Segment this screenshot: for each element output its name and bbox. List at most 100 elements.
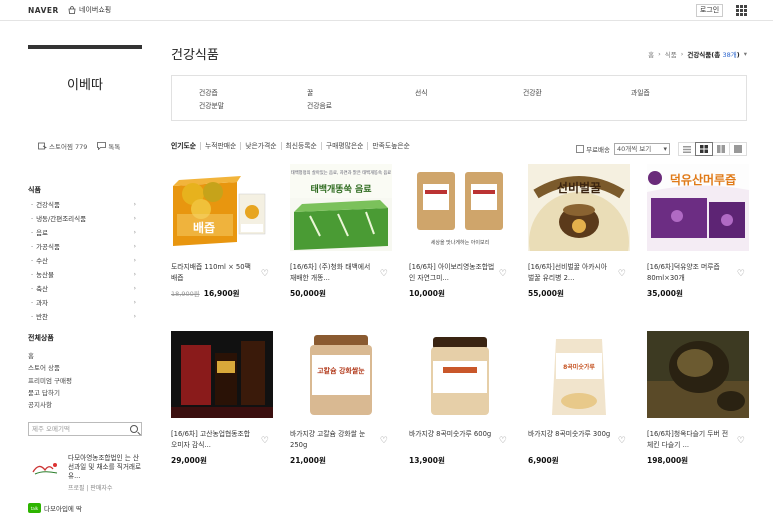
sort-low-price[interactable]: 낮은가격순 bbox=[240, 142, 280, 150]
breadcrumb-food[interactable]: 식품 bbox=[665, 49, 677, 59]
sort-popularity[interactable]: 인기도순 bbox=[171, 142, 200, 150]
product-card[interactable]: 태백청정의 살아있는 음료, 자연과 맑은 태백개똥숙 음료 태백개똥쑥 음료 … bbox=[290, 164, 392, 299]
menu-item-qna[interactable]: 묻고 답하기 bbox=[28, 387, 142, 399]
category-item-frozen[interactable]: · 냉동/간편조리식품 › bbox=[28, 212, 142, 226]
store-favorite-link[interactable]: 스토어찜 779 bbox=[38, 141, 87, 151]
subcategory-honey[interactable]: 꿀 bbox=[307, 87, 415, 97]
product-image[interactable]: 세상을 맛나게하는 아이보리 bbox=[409, 164, 511, 251]
heart-icon[interactable]: ♡ bbox=[618, 269, 626, 279]
heart-icon[interactable]: ♡ bbox=[261, 269, 269, 279]
product-name[interactable]: [16/6차] (주)청화 태백에서 재배한 개똥... bbox=[290, 262, 376, 284]
menu-item-store-products[interactable]: 스토어 상품 bbox=[28, 362, 142, 374]
sort-satisfaction[interactable]: 만족도높은순 bbox=[367, 142, 414, 150]
product-image[interactable]: 8곡미숫가루 bbox=[528, 331, 630, 418]
search-icon[interactable] bbox=[130, 425, 138, 434]
single-view-button[interactable] bbox=[729, 142, 747, 156]
product-card[interactable]: 고칼슘 강화쌀눈 바가지걍 고칼슘 강화쌀 눈 250g ♡ 21,000원 bbox=[290, 331, 392, 466]
talk-channel-label: 다모아입에 딱 bbox=[44, 505, 82, 514]
product-name[interactable]: [16/6차] 고산농업협동조합 오미자 감식... bbox=[171, 429, 257, 451]
product-card[interactable]: 8곡미숫가루 바가지걍 8곡미숫가루 300g ♡ 6,900원 bbox=[528, 331, 630, 466]
naver-shopping-link[interactable]: 네이버쇼핑 bbox=[68, 5, 111, 15]
list-view-button[interactable] bbox=[678, 142, 696, 156]
menu-item-notice[interactable]: 공지사항 bbox=[28, 399, 142, 411]
product-card[interactable]: 덕유산머루즙 [16/6차]덕유양조 머루즙 80ml×30개 ♡ 35,000… bbox=[647, 164, 749, 299]
heart-icon[interactable]: ♡ bbox=[499, 269, 507, 279]
chevron-right-icon: › bbox=[133, 201, 136, 208]
subcategory-health-drink[interactable]: 건강음료 bbox=[307, 100, 415, 110]
heart-icon[interactable]: ♡ bbox=[380, 436, 388, 446]
talk-channel[interactable]: talk 다모아입에 딱 bbox=[28, 503, 142, 514]
category-item-processed[interactable]: · 가공식품 › bbox=[28, 240, 142, 254]
heart-icon[interactable]: ♡ bbox=[737, 436, 745, 446]
menu-item-home[interactable]: 홈 bbox=[28, 350, 142, 362]
product-image[interactable]: 선비벌꿀 bbox=[528, 164, 630, 251]
store-search-input[interactable]: 제주 오메기떡 bbox=[28, 422, 142, 437]
category-item-snack[interactable]: · 과자 › bbox=[28, 296, 142, 310]
breadcrumb-home[interactable]: 홈 bbox=[648, 49, 654, 59]
product-image[interactable]: 배즙 bbox=[171, 164, 273, 251]
product-name[interactable]: [16/6차]덕유양조 머루즙 80ml×30개 bbox=[647, 262, 733, 284]
product-image[interactable]: 덕유산머루즙 bbox=[647, 164, 749, 251]
subcategory-box: 건강즙 꿀 선식 건강환 과일즙 건강분말 건강음료 bbox=[171, 75, 747, 121]
heart-icon[interactable]: ♡ bbox=[618, 436, 626, 446]
free-shipping-filter[interactable]: 무료배송 bbox=[576, 144, 610, 154]
product-image[interactable]: 태백청정의 살아있는 음료, 자연과 맑은 태백개똥숙 음료 태백개똥쑥 음료 bbox=[290, 164, 392, 251]
all-products-title[interactable]: 전체상품 bbox=[28, 333, 142, 343]
product-card[interactable]: 바가지걍 8곡미숫가루 600g ♡ 13,900원 bbox=[409, 331, 511, 466]
product-image[interactable] bbox=[171, 331, 273, 418]
category-item-beverage[interactable]: · 음료 › bbox=[28, 226, 142, 240]
category-item-health-food[interactable]: · 건강식품 › bbox=[28, 198, 142, 212]
category-item-side-dish[interactable]: · 반찬 › bbox=[28, 310, 142, 324]
search-placeholder: 제주 오메기떡 bbox=[32, 425, 70, 434]
category-item-livestock[interactable]: · 축산 › bbox=[28, 282, 142, 296]
product-name[interactable]: [16/6차] 아이보리영농조합법인 자연그미... bbox=[409, 262, 495, 284]
chevron-right-icon: › bbox=[133, 243, 136, 250]
product-card[interactable]: [16/6차]청옥다슬기 두버 전체킨 다슬기 ... ♡ 198,000원 bbox=[647, 331, 749, 466]
product-card[interactable]: 선비벌꿀 [16/6차]선비벌꿀 아카시아 벌꿀 유리병 2... ♡ 55,0… bbox=[528, 164, 630, 299]
category-item-seafood[interactable]: · 수산 › bbox=[28, 254, 142, 268]
large-grid-view-button[interactable] bbox=[712, 142, 730, 156]
product-name[interactable]: [16/6차]선비벌꿀 아카시아 벌꿀 유리병 2... bbox=[528, 262, 614, 284]
business-profile-links[interactable]: 프로필 | 판매자수 bbox=[68, 483, 142, 492]
heart-icon[interactable]: ♡ bbox=[737, 269, 745, 279]
category-label: 음료 bbox=[36, 229, 49, 237]
naver-logo[interactable]: NAVER bbox=[28, 6, 59, 15]
category-item-produce[interactable]: · 농산물 › bbox=[28, 268, 142, 282]
subcategory-health-powder[interactable]: 건강분말 bbox=[199, 100, 307, 110]
login-button[interactable]: 로그인 bbox=[696, 4, 723, 17]
grid-view-button[interactable] bbox=[695, 142, 713, 156]
menu-item-premium-reviews[interactable]: 프리미엄 구매평 bbox=[28, 375, 142, 387]
product-image[interactable]: 고칼슘 강화쌀눈 bbox=[290, 331, 392, 418]
subcategory-health-pill[interactable]: 건강환 bbox=[523, 87, 631, 97]
product-name[interactable]: [16/6차]청옥다슬기 두버 전체킨 다슬기 ... bbox=[647, 429, 733, 451]
store-name[interactable]: 이베따 bbox=[28, 74, 142, 93]
sort-reviews[interactable]: 구매평많은순 bbox=[320, 142, 368, 150]
product-name[interactable]: 바가지걍 8곡미숫가루 300g bbox=[528, 429, 614, 451]
subcategory-health-juice[interactable]: 건강즙 bbox=[199, 87, 307, 97]
product-price: 10,000원 bbox=[409, 288, 511, 299]
category-label: 과자 bbox=[36, 299, 49, 307]
subcategory-fruit-juice[interactable]: 과일즙 bbox=[631, 87, 739, 97]
per-page-select[interactable]: 40개씩 보기 bbox=[614, 143, 670, 155]
apps-grid-icon[interactable] bbox=[736, 5, 747, 16]
subcategory-grain-powder[interactable]: 선식 bbox=[415, 87, 523, 97]
sort-sales[interactable]: 누적판매순 bbox=[200, 142, 240, 150]
heart-icon[interactable]: ♡ bbox=[261, 436, 269, 446]
product-card[interactable]: [16/6차] 고산농업협동조합 오미자 감식... ♡ 29,000원 bbox=[171, 331, 273, 466]
product-name[interactable]: 도라지배즙 110ml × 50팩 배즙 bbox=[171, 262, 257, 284]
product-card[interactable]: 배즙 도라지배즙 110ml × 50팩 배즙 ♡ 18,900원 16,900원 bbox=[171, 164, 273, 299]
sort-newest[interactable]: 최신등록순 bbox=[280, 142, 321, 150]
category-label: 수산 bbox=[36, 257, 49, 265]
product-card[interactable]: 세상을 맛나게하는 아이보리 [16/6차] 아이보리영농조합법인 자연그미..… bbox=[409, 164, 511, 299]
heart-icon[interactable]: ♡ bbox=[380, 269, 388, 279]
heart-icon[interactable]: ♡ bbox=[499, 436, 507, 446]
product-image[interactable] bbox=[647, 331, 749, 418]
chevron-down-icon[interactable]: ▾ bbox=[744, 50, 747, 58]
product-name[interactable]: 바가지걍 고칼슘 강화쌀 눈 250g bbox=[290, 429, 376, 451]
image-text: 태백개똥쑥 음료 bbox=[310, 183, 372, 195]
product-name[interactable]: 바가지걍 8곡미숫가루 600g bbox=[409, 429, 495, 451]
product-image[interactable] bbox=[409, 331, 511, 418]
free-shipping-checkbox[interactable] bbox=[576, 145, 585, 153]
breadcrumb-current[interactable]: 건강식품(총 38개) bbox=[687, 49, 739, 59]
talktalk-link[interactable]: 톡톡 bbox=[97, 141, 120, 151]
